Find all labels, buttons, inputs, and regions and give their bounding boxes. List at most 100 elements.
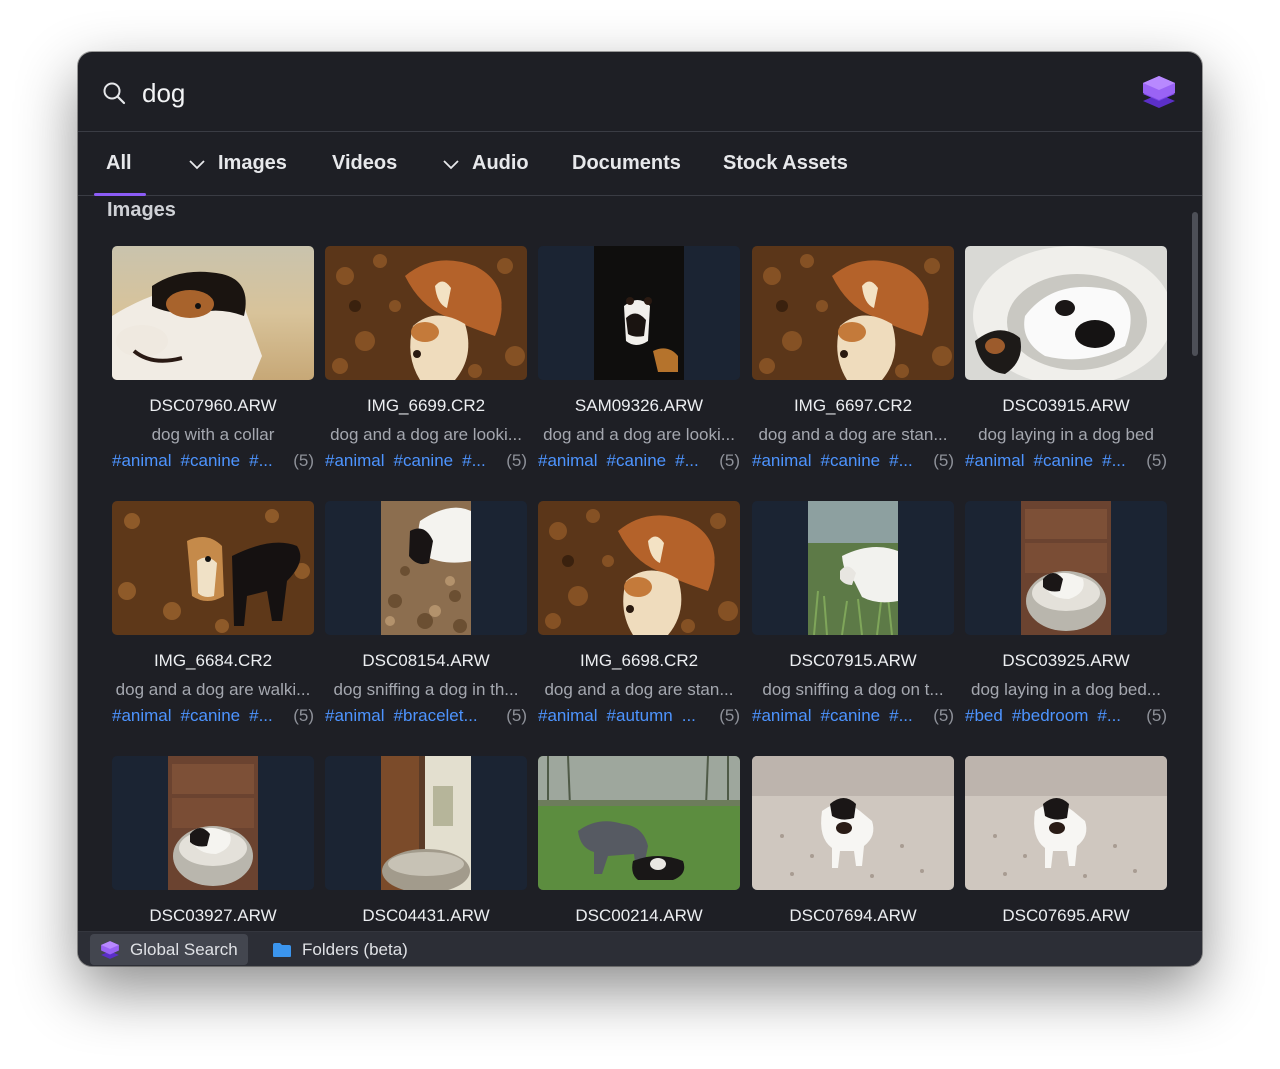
result-card[interactable]: DSC07915.ARW dog sniffing a dog on t... #a… bbox=[752, 501, 954, 736]
tag-link[interactable]: #... bbox=[675, 451, 699, 470]
thumbnail-image[interactable] bbox=[538, 501, 740, 635]
tag-row: #animal #canine #... (5) bbox=[112, 451, 314, 473]
tag-link[interactable]: #... bbox=[249, 706, 273, 725]
tag-link[interactable]: #... bbox=[249, 451, 273, 470]
tag-list: #bed #bedroom #... bbox=[965, 706, 1130, 726]
tab-stock-assets[interactable]: Stock Assets bbox=[723, 132, 848, 195]
thumbnail-image[interactable] bbox=[538, 246, 740, 380]
tag-link[interactable]: ... bbox=[682, 706, 696, 725]
thumbnail-image[interactable] bbox=[325, 756, 527, 890]
app-logo-icon[interactable] bbox=[1142, 74, 1176, 110]
file-name: IMG_6697.CR2 bbox=[793, 396, 913, 415]
filter-tabs: All Images Videos Audio Documents Stock Asset… bbox=[78, 132, 1202, 196]
tag-link[interactable]: #animal bbox=[752, 451, 812, 470]
result-card[interactable]: DSC03927.ARW bbox=[112, 756, 314, 930]
tag-link[interactable]: #... bbox=[889, 706, 913, 725]
tag-link[interactable]: #animal bbox=[112, 706, 172, 725]
tag-link[interactable]: #animal bbox=[538, 706, 598, 725]
tag-link[interactable]: #canine bbox=[394, 451, 454, 470]
result-card[interactable]: DSC07695.ARW bbox=[965, 756, 1167, 930]
tag-link[interactable]: #canine bbox=[821, 706, 881, 725]
tab-images[interactable]: Images bbox=[188, 132, 287, 195]
file-description: dog sniffing a dog in th... bbox=[333, 680, 519, 699]
tag-count: (5) bbox=[719, 451, 740, 470]
tag-link[interactable]: #animal bbox=[112, 451, 172, 470]
result-card[interactable]: DSC04431.ARW bbox=[325, 756, 527, 930]
result-card[interactable]: DSC07694.ARW bbox=[752, 756, 954, 930]
tag-list: #animal #bracelet... bbox=[325, 706, 487, 726]
tag-link[interactable]: #canine bbox=[821, 451, 881, 470]
tab-all[interactable]: All bbox=[94, 132, 145, 196]
app-window: All Images Videos Audio Documents Stock Asset… bbox=[78, 52, 1202, 966]
tag-link[interactable]: #bedroom bbox=[1012, 706, 1089, 725]
tag-row: #animal #canine #... (5) bbox=[112, 706, 314, 728]
footer-global-search[interactable]: Global Search bbox=[90, 934, 248, 965]
search-input[interactable] bbox=[142, 72, 1042, 114]
file-description: dog and a dog are stan... bbox=[758, 425, 948, 444]
thumbnail-image[interactable] bbox=[752, 246, 954, 380]
tab-label: Videos bbox=[332, 152, 398, 174]
thumbnail-image[interactable] bbox=[112, 246, 314, 380]
tag-link[interactable]: #... bbox=[1097, 706, 1121, 725]
tag-link[interactable]: #bed bbox=[965, 706, 1003, 725]
file-name: IMG_6698.CR2 bbox=[579, 651, 699, 670]
file-description: dog and a dog are looki... bbox=[330, 425, 522, 444]
tag-list: #animal #canine #... bbox=[112, 451, 282, 471]
tag-link[interactable]: #canine bbox=[1034, 451, 1094, 470]
tag-list: #animal #canine #... bbox=[752, 451, 922, 471]
tag-link[interactable]: #animal bbox=[752, 706, 812, 725]
tag-link[interactable]: #animal bbox=[325, 451, 385, 470]
tag-link[interactable]: #animal bbox=[538, 451, 598, 470]
scrollbar-thumb[interactable] bbox=[1192, 212, 1198, 356]
folder-icon bbox=[272, 942, 302, 958]
chevron-down-icon[interactable] bbox=[442, 155, 460, 173]
tag-link[interactable]: #... bbox=[462, 451, 486, 470]
result-card[interactable]: IMG_6698.CR2dog and a dog are stan... #an… bbox=[538, 501, 740, 736]
tag-list: #animal #canine #... bbox=[112, 706, 282, 726]
result-card[interactable]: IMG_6699.CR2 dog and a dog are looki... #a… bbox=[325, 246, 527, 481]
tag-link[interactable]: #bracelet... bbox=[394, 706, 478, 725]
thumbnail-image[interactable] bbox=[965, 756, 1167, 890]
tag-link[interactable]: #canine bbox=[181, 451, 241, 470]
thumbnail-image[interactable] bbox=[325, 246, 527, 380]
search-bar bbox=[78, 52, 1202, 132]
tab-audio[interactable]: Audio bbox=[442, 132, 529, 195]
tag-link[interactable]: #canine bbox=[181, 706, 241, 725]
result-card[interactable]: IMG_6684.CR2 dog and a dog are walki... #a… bbox=[112, 501, 314, 736]
tab-videos[interactable]: Videos bbox=[332, 132, 397, 195]
result-card[interactable]: DSC03925.ARW dog laying in a dog bed... #b… bbox=[965, 501, 1167, 736]
file-name: DSC08154.ARW bbox=[362, 651, 490, 670]
file-name: DSC07915.ARW bbox=[789, 651, 917, 670]
thumbnail-image[interactable] bbox=[752, 756, 954, 890]
thumbnail-image[interactable] bbox=[325, 501, 527, 635]
tag-link[interactable]: #animal bbox=[325, 706, 385, 725]
tab-label: Images bbox=[218, 152, 287, 174]
result-card[interactable]: DSC08154.ARW dog sniffing a dog in th... #… bbox=[325, 501, 527, 736]
thumbnail-image[interactable] bbox=[112, 756, 314, 890]
thumbnail-image[interactable] bbox=[965, 501, 1167, 635]
result-card[interactable]: DSC00214.ARW bbox=[538, 756, 740, 930]
file-name: DSC07960.ARW bbox=[149, 396, 277, 415]
result-card[interactable]: IMG_6697.CR2dog and a dog are stan... #an… bbox=[752, 246, 954, 481]
tag-link[interactable]: #animal bbox=[965, 451, 1025, 470]
tag-row: #animal #canine #... (5) bbox=[538, 451, 740, 473]
tag-count: (5) bbox=[1146, 706, 1167, 725]
thumbnail-image[interactable] bbox=[112, 501, 314, 635]
tag-link[interactable]: #... bbox=[1102, 451, 1126, 470]
thumbnail-image[interactable] bbox=[538, 756, 740, 890]
result-card[interactable]: DSC07960.ARW dog with a collar #animal #can… bbox=[112, 246, 314, 481]
thumbnail-image[interactable] bbox=[752, 501, 954, 635]
tab-label: Documents bbox=[572, 152, 681, 174]
chevron-down-icon[interactable] bbox=[188, 155, 206, 173]
tag-list: #animal #canine #... bbox=[325, 451, 495, 471]
thumbnail-image[interactable] bbox=[965, 246, 1167, 380]
tag-link[interactable]: #autumn bbox=[607, 706, 673, 725]
file-description: dog and a dog are stan... bbox=[544, 680, 734, 699]
tag-count: (5) bbox=[933, 706, 954, 725]
result-card[interactable]: DSC03915.ARW dog laying in a dog bed #anim… bbox=[965, 246, 1167, 481]
footer-folders-beta[interactable]: Folders (beta) bbox=[262, 934, 418, 965]
tag-link[interactable]: #canine bbox=[607, 451, 667, 470]
tag-link[interactable]: #... bbox=[889, 451, 913, 470]
result-card[interactable]: SAM09326.ARW dog and a dog are looki... #a… bbox=[538, 246, 740, 481]
tab-documents[interactable]: Documents bbox=[572, 132, 681, 195]
